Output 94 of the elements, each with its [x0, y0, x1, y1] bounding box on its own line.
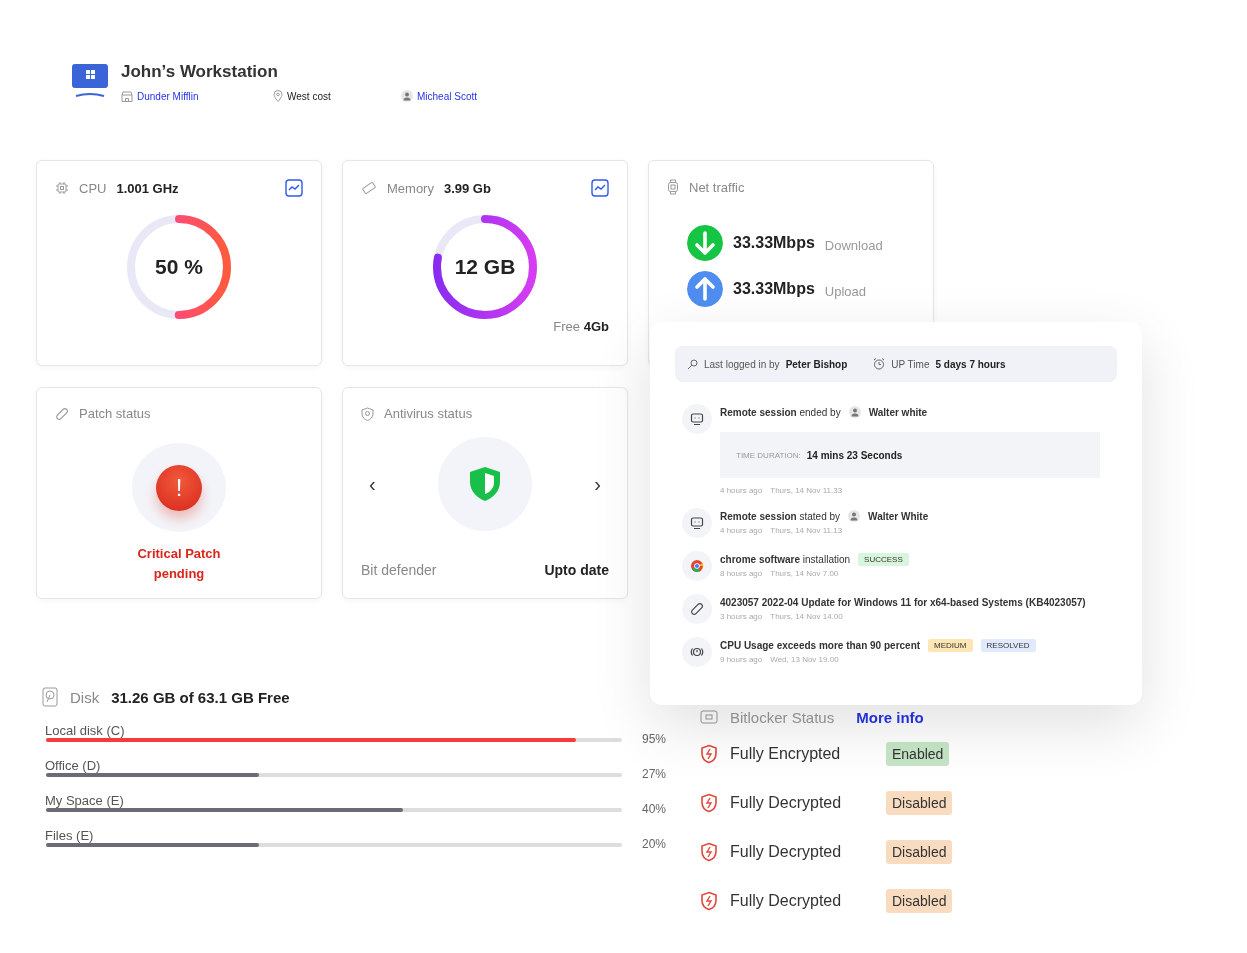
duration-label: TIME DURATION:	[736, 450, 801, 460]
traffic-rate: 33.33Mbps	[733, 234, 815, 252]
drive-name: Files (E)	[45, 828, 95, 843]
alarm-clock-icon	[873, 358, 886, 370]
event-title: 4023057 2022-04 Update for Windows 11 for x64-based Systems (KB4023057)	[720, 596, 1086, 608]
bandage-icon	[690, 602, 704, 616]
cpu-speed: 1.001 GHz	[116, 180, 179, 196]
status-tag: Disabled	[886, 888, 953, 913]
antivirus-name: Bit defender	[361, 562, 437, 578]
shield-icon	[700, 743, 718, 764]
shield-icon	[700, 890, 718, 911]
warning-icon: !	[156, 464, 202, 511]
drive-name: Office (D)	[45, 758, 102, 773]
monitor-icon	[690, 516, 704, 530]
building-icon	[121, 90, 133, 102]
memory-size: 3.99 Gb	[443, 180, 491, 196]
avatar-icon	[401, 90, 413, 102]
relative-time: 9 hours ago	[720, 655, 763, 664]
patch-status: Critical Patch pending	[136, 545, 222, 583]
event-time: Thurs, 14 Nov 11.33	[770, 486, 843, 495]
avatar-icon	[848, 510, 861, 522]
status-tag: Disabled	[886, 790, 953, 815]
encryption-status: Fully Encrypted	[730, 744, 842, 763]
login-user: Peter Bishop	[785, 358, 848, 370]
uptime-value: 5 days 7 hours	[935, 358, 1006, 370]
monitor-icon	[690, 412, 704, 426]
traffic-rate: 33.33Mbps	[733, 280, 815, 298]
shield-icon	[700, 841, 718, 862]
chart-icon[interactable]	[591, 179, 609, 197]
status-tag: Enabled	[886, 741, 950, 766]
free-memory: Free 4Gb	[553, 319, 609, 334]
memory-stick-icon	[361, 181, 377, 195]
shield-icon	[361, 406, 374, 421]
antivirus-state: Upto date	[544, 562, 609, 578]
encryption-status: Fully Decrypted	[730, 793, 843, 812]
event-time: Wed, 13 Nov 19.00	[770, 655, 839, 664]
status-badge: SUCCESS	[858, 552, 909, 566]
company-link[interactable]: Dunder Mifflin	[137, 90, 199, 102]
event-title: chrome software installation	[720, 553, 851, 565]
gauge-value: 12 GB	[454, 255, 516, 279]
location-pin-icon	[273, 90, 283, 102]
shield-icon	[700, 792, 718, 813]
traffic-direction: Download	[824, 237, 883, 253]
memory-label: Memory	[387, 180, 434, 196]
traffic-direction: Upload	[824, 283, 866, 299]
gauge-value: 50 %	[155, 255, 203, 279]
bandage-icon	[55, 406, 69, 421]
relative-time: 8 hours ago	[720, 569, 763, 578]
chip-icon	[55, 181, 69, 195]
event-title: CPU Usage exceeds more than 90 percent	[720, 639, 921, 651]
disk-summary: 31.26 GB of 63.1 GB Free	[111, 688, 290, 706]
relative-time: 3 hours ago	[720, 612, 763, 621]
event-time: Thurs, 14 Nov 7.00	[770, 569, 839, 578]
usage-percent: 40%	[641, 802, 666, 816]
antivirus-label: Antivirus status	[384, 406, 473, 421]
status-badge: MEDIUM	[928, 638, 973, 652]
status-tag: Disabled	[886, 839, 953, 864]
shield-icon	[468, 465, 502, 503]
patch-label: Patch status	[79, 406, 151, 421]
cpu-label: CPU	[79, 180, 107, 196]
next-button[interactable]: ›	[590, 472, 605, 496]
encryption-status: Fully Decrypted	[730, 842, 843, 861]
event-title: Remote session stated by	[720, 510, 841, 522]
usage-percent: 95%	[641, 732, 666, 746]
chrome-icon	[690, 559, 704, 573]
avatar-icon	[848, 406, 861, 418]
event-time: Thurs, 14 Nov 14.00	[770, 612, 843, 621]
alert-icon	[690, 645, 704, 659]
location-text: West cost	[287, 90, 331, 102]
relative-time: 4 hours ago	[720, 526, 763, 535]
duration-value: 14 mins 23 Seconds	[806, 449, 903, 461]
hard-drive-icon	[42, 687, 58, 707]
uptime-label: UP Time	[891, 358, 930, 370]
login-label: Last logged in by	[704, 358, 780, 370]
person-name: Walter white	[868, 406, 928, 418]
disk-label: Disk	[70, 688, 100, 706]
more-info-link[interactable]: More info	[856, 708, 924, 726]
user-link[interactable]: Micheal Scott	[417, 90, 478, 102]
usage-percent: 20%	[641, 837, 666, 851]
drive-name: Local disk (C)	[45, 723, 126, 738]
event-title: Remote session ended by	[720, 406, 841, 418]
bitlocker-label: Bitlocker Status	[730, 708, 835, 726]
encryption-status: Fully Decrypted	[730, 891, 843, 910]
workstation-title: John’s Workstation	[121, 62, 279, 82]
net-traffic-label: Net traffic	[689, 179, 745, 195]
previous-button[interactable]: ‹	[365, 472, 380, 496]
chart-icon[interactable]	[285, 179, 303, 197]
relative-time: 4 hours ago	[720, 486, 763, 495]
event-time: Thurs, 14 Nov 11.13	[770, 526, 843, 535]
drive-name: My Space (E)	[45, 793, 125, 808]
status-badge: RESOLVED	[980, 638, 1036, 652]
usage-percent: 27%	[641, 767, 666, 781]
watch-icon	[667, 179, 679, 195]
person-name: Walter White	[868, 510, 929, 522]
